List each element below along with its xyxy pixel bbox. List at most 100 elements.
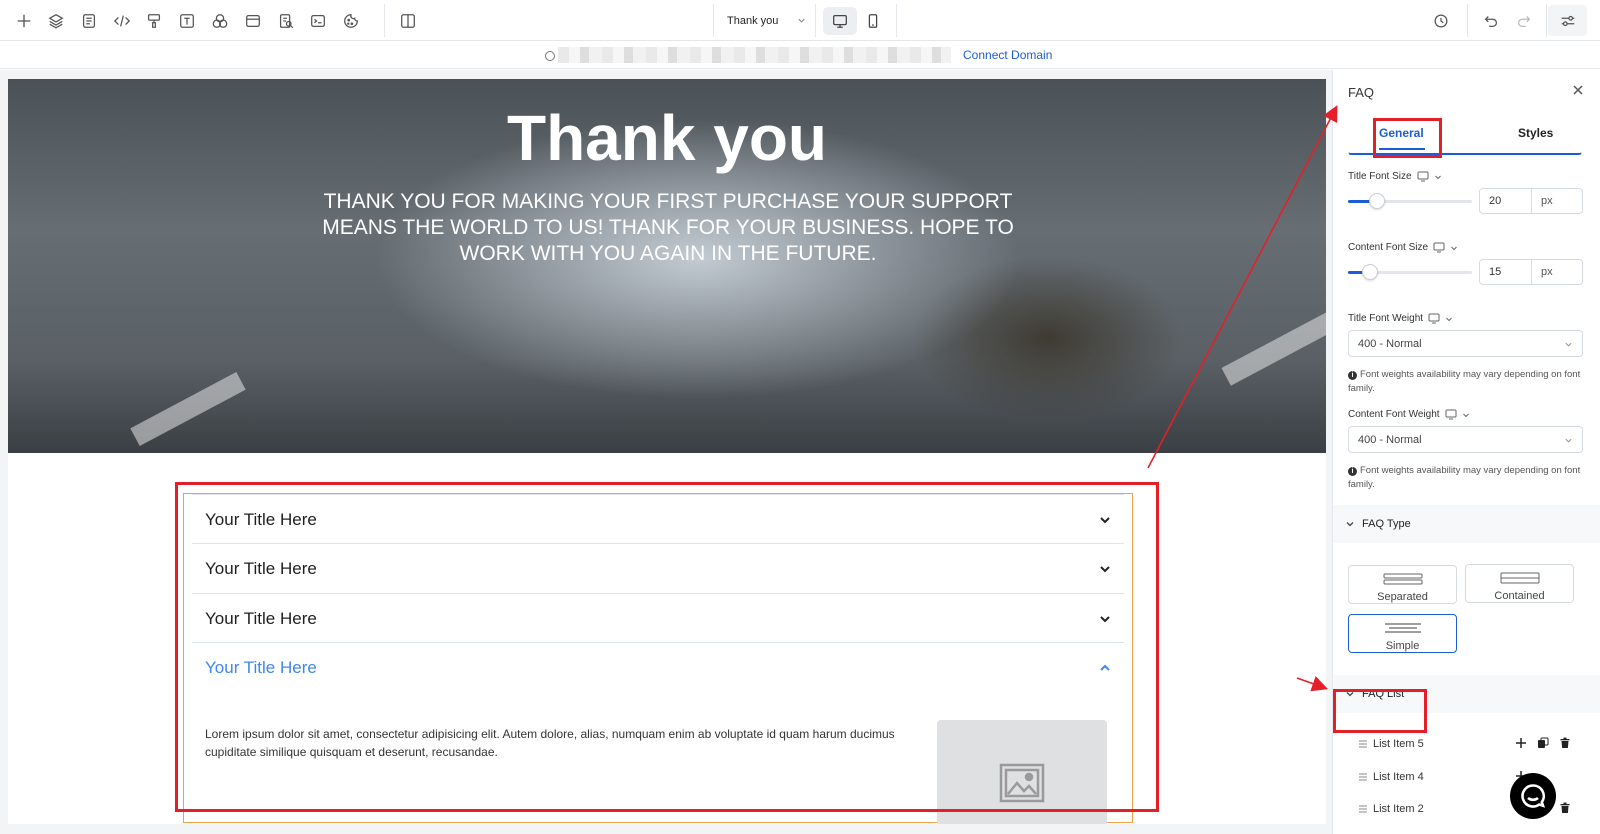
content-font-weight-value: 400 - Normal <box>1358 434 1422 446</box>
content-font-weight-label: Content Font Weight <box>1348 409 1470 420</box>
font-weight-note: i Font weights availability may vary depe… <box>1348 368 1583 396</box>
title-font-size-value[interactable]: 20 <box>1480 189 1532 213</box>
chevron-down-icon <box>1346 522 1354 527</box>
title-font-weight-text: Title Font Weight <box>1348 313 1424 324</box>
top-toolbar: Thank you <box>0 0 1600 41</box>
title-font-weight-select[interactable]: 400 - Normal <box>1348 330 1583 357</box>
content-font-weight-select[interactable]: 400 - Normal <box>1348 426 1583 453</box>
page-selector-label: Thank you <box>727 14 779 27</box>
separated-layout-icon <box>1383 573 1422 585</box>
desktop-icon[interactable] <box>1445 409 1457 420</box>
chevron-down-icon[interactable] <box>1445 315 1453 323</box>
info-icon: i <box>1348 467 1357 476</box>
chevron-down-icon[interactable] <box>1450 244 1458 252</box>
add-icon[interactable] <box>1515 737 1527 749</box>
layers-icon[interactable] <box>46 11 66 31</box>
faq-type-simple[interactable]: Simple <box>1348 614 1457 653</box>
contained-layout-icon <box>1500 572 1539 584</box>
desktop-icon[interactable] <box>1417 171 1429 182</box>
code-icon[interactable] <box>112 11 132 31</box>
text-icon[interactable] <box>177 11 197 31</box>
pages-icon[interactable] <box>79 11 99 31</box>
blurred-domain <box>558 47 951 63</box>
desktop-icon[interactable] <box>1428 313 1440 324</box>
content-font-size-value[interactable]: 15 <box>1480 260 1532 284</box>
chevron-down-icon[interactable] <box>1462 411 1470 419</box>
annotation-box-faq-element <box>175 482 1159 812</box>
tab-styles[interactable]: Styles <box>1518 126 1553 140</box>
slider-thumb[interactable] <box>1369 193 1385 209</box>
annotation-box-faq-list <box>1333 689 1427 733</box>
content-font-weight-text: Content Font Weight <box>1348 409 1440 420</box>
mobile-icon <box>868 14 878 28</box>
desktop-icon <box>833 14 847 28</box>
content-font-size-slider[interactable] <box>1348 264 1472 280</box>
chevron-down-icon <box>1565 438 1572 443</box>
road-marking <box>1221 302 1326 386</box>
chevron-down-icon <box>798 18 805 23</box>
toolbar-divider <box>896 4 897 37</box>
toolbar-divider <box>384 4 385 37</box>
toolbar-divider <box>1546 4 1547 37</box>
drag-handle-icon[interactable] <box>1358 804 1368 814</box>
faq-type-section-header[interactable]: FAQ Type <box>1333 505 1600 543</box>
content-font-size-unit[interactable]: px <box>1532 260 1562 284</box>
content-font-size-input[interactable]: 15 px <box>1479 259 1583 285</box>
font-weight-note-text: Font weights availability may vary depen… <box>1348 369 1581 394</box>
shapes-icon[interactable] <box>210 11 230 31</box>
chat-widget-button[interactable] <box>1510 773 1556 819</box>
connect-domain-link[interactable]: Connect Domain <box>963 48 1052 62</box>
faq-type-simple-label: Simple <box>1385 640 1420 652</box>
faq-type-contained[interactable]: Contained <box>1465 564 1574 603</box>
terminal-icon[interactable] <box>308 11 328 31</box>
hero-subtitle[interactable]: THANK YOU FOR MAKING YOUR FIRST PURCHASE… <box>298 189 1038 267</box>
drag-handle-icon[interactable] <box>1358 739 1368 749</box>
faq-type-separated[interactable]: Separated <box>1348 565 1457 604</box>
title-font-size-input[interactable]: 20 px <box>1479 188 1583 214</box>
faq-list-item-label: List Item 2 <box>1373 803 1424 815</box>
faq-type-label: FAQ Type <box>1362 518 1411 530</box>
font-weight-note-text: Font weights availability may vary depen… <box>1348 465 1581 490</box>
faq-list-item-label: List Item 4 <box>1373 771 1424 783</box>
browser-icon[interactable] <box>243 11 263 31</box>
chevron-down-icon <box>1565 342 1572 347</box>
cookie-icon[interactable] <box>341 11 361 31</box>
duplicate-icon[interactable] <box>1537 737 1549 749</box>
toolbar-divider <box>1467 4 1468 37</box>
faq-list-item-label: List Item 5 <box>1373 738 1424 750</box>
desktop-icon[interactable] <box>1433 242 1445 253</box>
page-selector[interactable]: Thank you <box>714 5 814 36</box>
hero-title[interactable]: Thank you <box>8 101 1326 175</box>
simple-layout-icon <box>1384 623 1421 633</box>
redo-icon[interactable] <box>1514 11 1534 31</box>
faq-list-item[interactable]: List Item 5 <box>1358 734 1583 754</box>
trash-icon[interactable] <box>1559 737 1571 749</box>
close-icon[interactable] <box>1571 83 1585 97</box>
undo-icon[interactable] <box>1481 11 1501 31</box>
toolbar-divider <box>815 4 816 37</box>
trash-icon[interactable] <box>1559 802 1571 814</box>
title-font-size-slider[interactable] <box>1348 193 1472 209</box>
desktop-view-button[interactable] <box>823 7 857 35</box>
sidebar-toggle-icon[interactable] <box>398 11 418 31</box>
info-icon: i <box>1348 371 1357 380</box>
slider-thumb[interactable] <box>1362 264 1378 280</box>
content-font-size-text: Content Font Size <box>1348 242 1429 253</box>
hero-section[interactable]: Thank you THANK YOU FOR MAKING YOUR FIRS… <box>8 79 1326 453</box>
drag-handle-icon[interactable] <box>1358 772 1368 782</box>
history-icon[interactable] <box>1431 11 1451 31</box>
url-bar: Connect Domain <box>0 41 1600 69</box>
chat-icon <box>1521 784 1546 808</box>
status-dot-icon <box>545 51 555 61</box>
paint-icon[interactable] <box>144 11 164 31</box>
title-font-weight-label: Title Font Weight <box>1348 313 1453 324</box>
road-marking <box>130 372 246 446</box>
add-icon[interactable] <box>14 11 34 31</box>
settings-sliders-icon[interactable] <box>1558 11 1578 31</box>
title-font-size-label: Title Font Size <box>1348 171 1442 182</box>
mobile-view-button[interactable] <box>856 7 890 35</box>
seo-icon[interactable] <box>276 11 296 31</box>
title-font-size-unit[interactable]: px <box>1532 189 1562 213</box>
chevron-down-icon[interactable] <box>1434 173 1442 181</box>
faq-type-separated-label: Separated <box>1377 591 1428 603</box>
